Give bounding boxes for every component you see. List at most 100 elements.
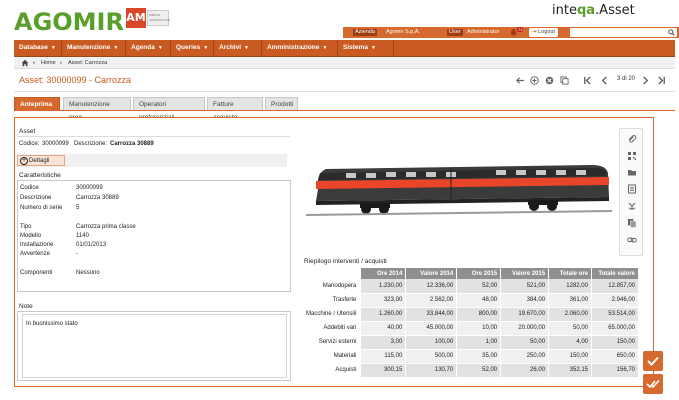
table-cell: 2.562,00: [405, 293, 458, 308]
char-label: Modello: [20, 233, 42, 239]
previous-page-icon[interactable]: [600, 76, 609, 85]
back-icon[interactable]: [516, 76, 525, 85]
menu-sistema[interactable]: Sistema ▼: [338, 40, 394, 56]
caratteristiche-box: [17, 180, 291, 292]
attachment-icon[interactable]: [627, 134, 637, 144]
table-cell: 52,00: [456, 279, 502, 294]
logout-icon: ⇥: [532, 29, 537, 35]
logout-button[interactable]: ⇥ Logout: [529, 28, 558, 37]
table-row: Macchine / Utensili 1.260,00 33.844,00 8…: [300, 307, 639, 322]
check-icon: [647, 356, 659, 366]
char-label: Numero di serie: [20, 205, 63, 211]
table-row: Addebiti vari 40,00 45.000,00 10,00 20.0…: [300, 321, 639, 336]
document-icon[interactable]: [627, 184, 637, 194]
product-logo: inteqa.Asset: [552, 3, 635, 18]
table-cell: 800,00: [456, 307, 502, 322]
confirm-button[interactable]: [643, 351, 663, 371]
note-textarea[interactable]: In buonissimo stato: [22, 314, 287, 378]
page-counter: 3 di 20: [617, 76, 636, 82]
page-title: Asset: 30000099 - Carrozza: [19, 75, 132, 85]
tab-manutenzione-prog[interactable]: Manutenzione prog.: [63, 97, 131, 121]
tab-anteprima[interactable]: Anteprima: [14, 97, 60, 110]
logout-label: Logout: [538, 29, 555, 35]
char-value: 5: [76, 205, 80, 211]
user-infobar: Azienda Agomir S.p.A. User Administrator…: [343, 27, 679, 38]
confirm-all-button[interactable]: [643, 374, 663, 394]
search-input[interactable]: [570, 28, 677, 37]
riepilogo-title: Riepilogo interventi / acquisti: [304, 258, 387, 265]
menu-agenda[interactable]: Agenda ▼: [126, 40, 171, 56]
tab-underline: [14, 110, 675, 111]
caret-down-icon: ▼: [113, 45, 119, 51]
asset-section-title: Asset: [19, 128, 36, 135]
table-cell: 352,15: [548, 363, 592, 378]
char-value: Nessuno: [76, 270, 100, 276]
row-label: Addebiti vari: [300, 321, 362, 336]
row-label: Servizi esterni: [300, 335, 362, 350]
table-row: Materiali 115,00 500,00 35,00 250,00 150…: [300, 349, 639, 364]
next-page-icon[interactable]: [641, 76, 650, 85]
codice-label: Codice:: [19, 141, 40, 147]
last-page-icon[interactable]: [657, 76, 666, 85]
search-icon[interactable]: [668, 29, 675, 36]
tab-operatori-preferenziali[interactable]: Operatori preferenziali: [133, 97, 205, 121]
menu-label: Archivi: [219, 44, 242, 51]
menu-database[interactable]: Database ▼: [14, 40, 62, 56]
char-label: Avvertenze: [20, 251, 50, 257]
details-button[interactable]: + Dettagli: [17, 155, 65, 166]
table-cell: 19.670,00: [500, 307, 550, 322]
table-cell: 1282,00: [548, 279, 592, 294]
add-icon[interactable]: [530, 76, 539, 85]
char-value: -: [76, 251, 78, 257]
link-icon[interactable]: [627, 235, 637, 245]
copy-document-icon[interactable]: [627, 218, 637, 228]
caratteristiche-section-title: Caratteristiche: [19, 172, 61, 179]
user-value: Administrator: [467, 29, 500, 35]
delete-icon[interactable]: [545, 76, 554, 85]
table-cell: 2.060,00: [548, 307, 592, 322]
row-label: Trasferte: [300, 293, 362, 308]
am-logo-badge: AM: [126, 8, 146, 28]
notification-count: 71: [517, 27, 524, 32]
descrizione-value: Carrozza 30889: [110, 141, 154, 147]
char-label: Componenti: [20, 270, 53, 276]
table-cell: 45.000,00: [405, 321, 458, 336]
table-cell: 52,00: [456, 363, 502, 378]
first-page-icon[interactable]: [583, 76, 592, 85]
table-cell: 115,00: [360, 349, 407, 364]
char-label: Installazione: [20, 242, 54, 248]
char-label: Codice: [20, 185, 39, 191]
menu-archivi[interactable]: Archivi ▼: [214, 40, 262, 56]
menu-amministrazione[interactable]: Amministrazione ▼: [262, 40, 338, 56]
char-value: Carrozza prima classe: [76, 224, 136, 230]
table-cell: 50,00: [500, 335, 550, 350]
user-label: User: [447, 29, 463, 36]
riepilogo-table: Ore 2014 Valore 2014 Ore 2015 Valore 201…: [300, 268, 639, 378]
table-cell: 100,00: [405, 335, 458, 350]
column-header: Valore 2015: [500, 268, 550, 279]
char-value: Carrozza 30889: [76, 195, 119, 201]
table-cell: 26,00: [500, 363, 550, 378]
breadcrumb-separator: ▸: [60, 60, 63, 66]
char-label: Tipo: [20, 224, 32, 230]
am-logo-subtitle: SIMPLE CONTRACTOR: [147, 10, 170, 26]
table-cell: 500,00: [405, 349, 458, 364]
qr-code-icon[interactable]: [627, 151, 637, 161]
menu-queries[interactable]: Queries ▼: [171, 40, 214, 56]
table-corner: [300, 268, 362, 279]
tab-fatture-acquisto[interactable]: Fatture acquisto: [207, 97, 263, 121]
app-header: AGOMIR AM SIMPLE CONTRACTOR inteqa.Asset…: [0, 0, 679, 40]
agomir-logo: AGOMIR: [14, 8, 124, 36]
table-cell: 1.260,00: [360, 307, 407, 322]
table-cell: 323,00: [360, 293, 407, 308]
menu-manutenzione[interactable]: Manutenzione ▼: [62, 40, 126, 56]
copy-icon[interactable]: [560, 76, 569, 85]
breadcrumb-home[interactable]: Home: [41, 60, 56, 67]
folder-icon[interactable]: [627, 167, 637, 177]
tools-icon[interactable]: [627, 201, 637, 211]
table-cell: 35,00: [456, 349, 502, 364]
char-label: Descrizione: [20, 195, 52, 201]
menu-label: Sistema: [343, 44, 368, 51]
tab-prodotti[interactable]: Prodotti: [265, 97, 298, 110]
home-icon[interactable]: [21, 59, 29, 67]
